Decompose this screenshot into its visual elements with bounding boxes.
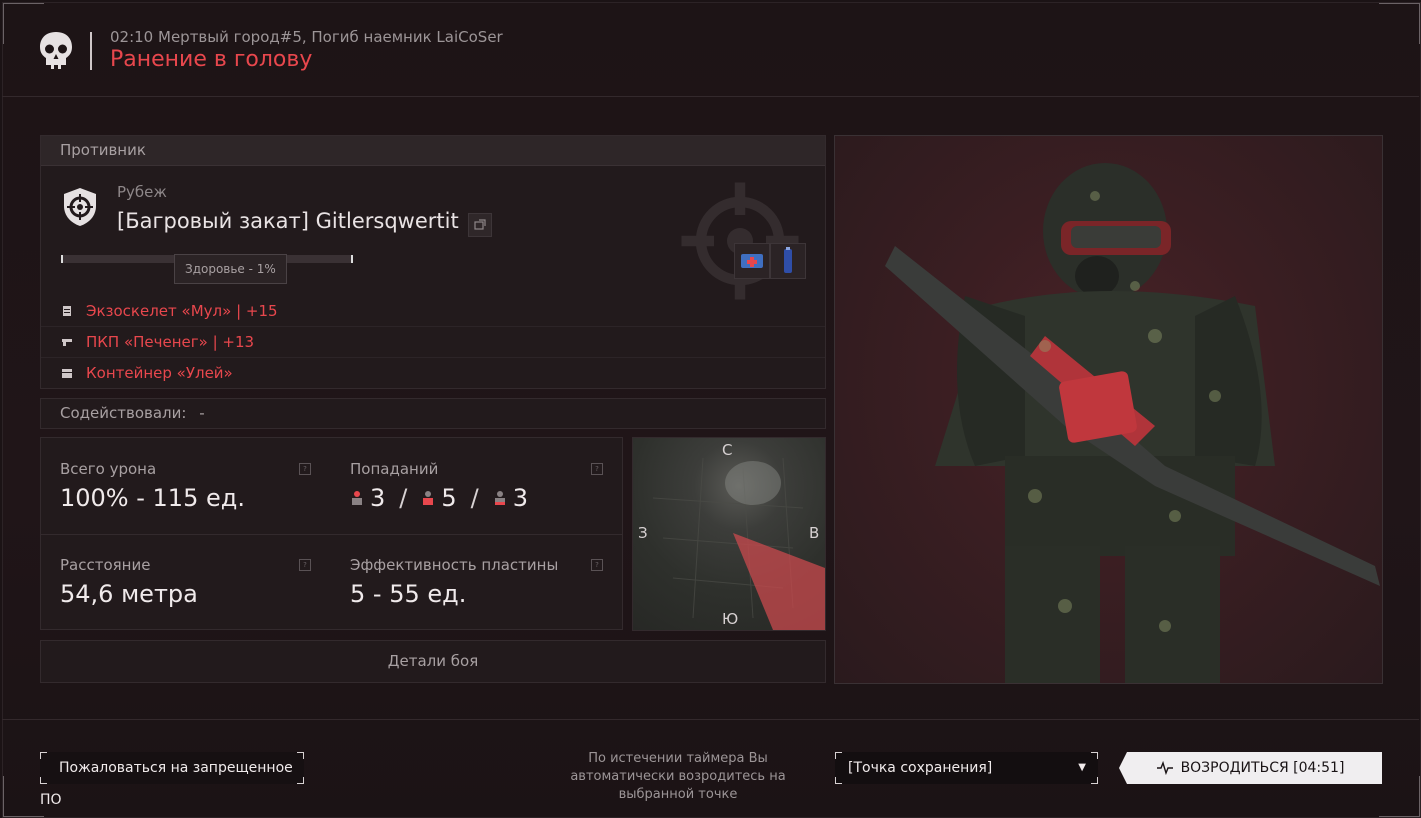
stat-plate: Эффективность пластины 5 - 55 ед. ? <box>331 534 603 629</box>
spawn-point-select[interactable]: [Точка сохранения] ▼ <box>835 752 1098 784</box>
help-icon[interactable]: ? <box>591 559 603 571</box>
compass-south: Ю <box>722 610 739 628</box>
help-icon[interactable]: ? <box>299 463 311 475</box>
profile-link-icon[interactable] <box>468 213 492 237</box>
compass-north: С <box>722 441 733 459</box>
head-hit-icon <box>352 491 362 505</box>
enemy-character-model <box>834 135 1383 684</box>
enemy-panel: Противник Рубеж [Багровый закат] Gitlers… <box>40 135 826 389</box>
soldier-image <box>885 163 1380 683</box>
map-terrain <box>652 457 825 630</box>
rank-shield-icon <box>64 188 96 226</box>
gun-icon <box>62 339 72 346</box>
head-hits: 3 <box>370 484 386 512</box>
assist-value: - <box>199 404 205 422</box>
enemy-loadout: Экзоскелет «Мул» | +15 ПКП «Печенег» | +… <box>41 296 825 388</box>
stat-damage: Всего урона 100% - 115 ед. ? <box>41 438 311 533</box>
skull-icon <box>40 32 72 69</box>
pulse-icon <box>1156 761 1173 775</box>
stat-value: 54,6 метра <box>60 580 198 608</box>
body-hit-icon <box>423 491 434 505</box>
stat-value: 5 - 55 ед. <box>350 580 467 608</box>
combat-stats: Всего урона 100% - 115 ед. ? Попаданий 3… <box>40 437 623 630</box>
report-cheat-button[interactable]: Пожаловаться на запрещенное ПО <box>40 752 304 808</box>
battery-icon[interactable] <box>770 243 806 279</box>
kill-minimap: С Ю З В <box>632 437 826 631</box>
container-icon <box>62 369 72 378</box>
compass-west: З <box>638 524 648 542</box>
assist-label: Содействовали: <box>60 404 187 422</box>
health-tooltip: Здоровье - 1% <box>174 254 287 284</box>
limb-hits: 3 <box>512 484 529 512</box>
stat-value: 100% - 115 ед. <box>60 484 245 512</box>
assist-row: Содействовали: - <box>40 398 826 429</box>
loadout-label: ПКП «Печенег» | +13 <box>86 333 255 351</box>
stat-distance: Расстояние 54,6 метра ? <box>41 534 311 629</box>
death-header: 02:10 Мертвый город#5, Погиб наемник Lai… <box>2 2 1419 97</box>
respawn-button-label: ВОЗРОДИТЬСЯ [04:51] <box>1180 760 1345 776</box>
medkit-icon[interactable] <box>734 243 770 279</box>
battle-details-button[interactable]: Детали боя <box>40 640 826 683</box>
stat-label: Расстояние <box>60 556 151 574</box>
separator: / <box>399 484 408 512</box>
stat-hits: Попаданий 3 / 5 / 3 ? <box>331 438 603 533</box>
body-hits: 5 <box>441 484 457 512</box>
dropdown-arrow-icon: ▼ <box>1078 762 1086 773</box>
limb-hit-icon <box>494 491 505 505</box>
death-cause: Ранение в голову <box>110 47 313 72</box>
enemy-panel-heading: Противник <box>41 136 825 166</box>
enemy-rank: Рубеж <box>117 183 167 201</box>
loadout-item-weapon[interactable]: ПКП «Печенег» | +13 <box>41 326 825 357</box>
separator: / <box>470 484 479 512</box>
spawn-point-value: [Точка сохранения] <box>848 760 993 776</box>
help-icon[interactable]: ? <box>591 463 603 475</box>
enemy-name: [Багровый закат] Gitlersqwertit <box>117 209 459 233</box>
help-icon[interactable]: ? <box>299 559 311 571</box>
stat-label: Всего урона <box>60 460 157 478</box>
compass-east: В <box>809 524 820 542</box>
hits-breakdown: 3 / 5 / 3 <box>350 484 528 512</box>
respawn-button[interactable]: ВОЗРОДИТЬСЯ [04:51] <box>1119 752 1382 784</box>
stat-label: Попаданий <box>350 460 439 478</box>
stat-label: Эффективность пластины <box>350 556 559 574</box>
loadout-label: Контейнер «Улей» <box>86 364 233 382</box>
clan-emblem-watermark <box>681 182 799 300</box>
armor-icon <box>63 306 71 316</box>
loadout-item-armor[interactable]: Экзоскелет «Мул» | +15 <box>41 296 825 326</box>
respawn-timer-note: По истечении таймера Вы автоматически во… <box>570 751 786 802</box>
loadout-item-container[interactable]: Контейнер «Улей» <box>41 357 825 388</box>
death-subtitle: 02:10 Мертвый город#5, Погиб наемник Lai… <box>110 28 503 46</box>
loadout-label: Экзоскелет «Мул» | +15 <box>86 302 278 320</box>
